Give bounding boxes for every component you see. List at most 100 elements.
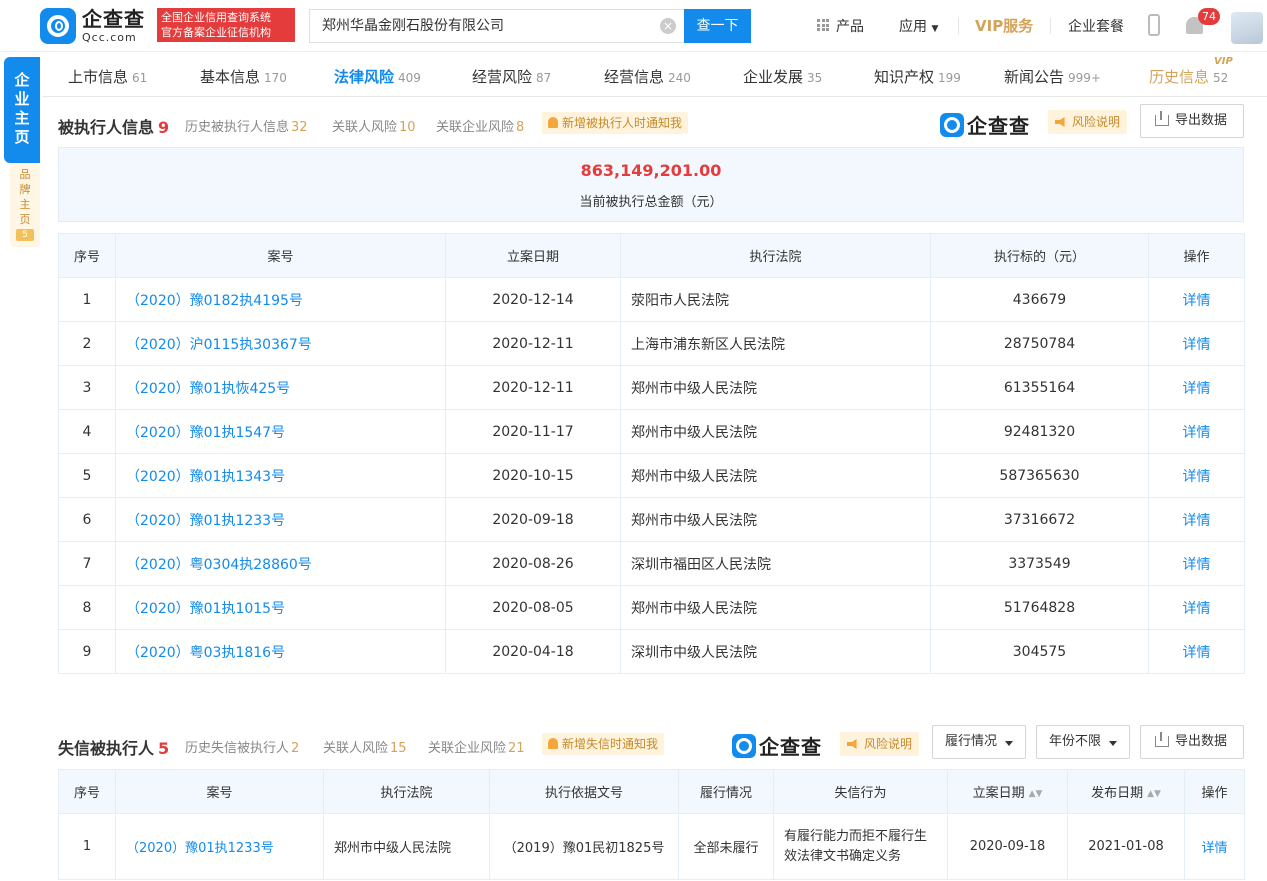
col-case: 案号: [115, 233, 446, 278]
nav-package[interactable]: 企业套餐: [1068, 16, 1124, 36]
case-link[interactable]: （2020）豫01执1233号: [115, 497, 446, 542]
col-filed-date[interactable]: 立案日期 ▲▼: [947, 769, 1068, 814]
tab-history[interactable]: 历史信息 52: [1149, 66, 1228, 87]
cell-court: 郑州市中级人民法院: [620, 585, 931, 630]
category-tabs: 上市信息 61 基本信息 170 法律风险 409 经营风险 87 经营信息 240 企业…: [42, 52, 1267, 97]
tab-news[interactable]: 新闻公告 999+: [1004, 66, 1101, 87]
cell-date: 2020-08-05: [445, 585, 621, 630]
table-header: 序号 案号 执行法院 执行依据文号 履行情况 失信行为 立案日期 ▲▼ 发布日期 ▲…: [58, 769, 1245, 814]
detail-link[interactable]: 详情: [1148, 629, 1245, 674]
status-filter-dropdown[interactable]: 履行情况: [932, 725, 1026, 759]
dishonest-table: 序号 案号 执行法院 执行依据文号 履行情况 失信行为 立案日期 ▲▼ 发布日期 ▲…: [58, 769, 1245, 880]
qcc-logo[interactable]: 企查查 Qcc.com: [40, 7, 152, 45]
side-tab-company[interactable]: 企业主页: [4, 57, 40, 163]
cell-court: 郑州市中级人民法院: [620, 365, 931, 410]
risk-note-button[interactable]: 风险说明: [840, 732, 920, 756]
grid-icon: [817, 19, 829, 31]
phone-icon[interactable]: [1148, 14, 1160, 36]
cell-date: 2020-08-26: [445, 541, 621, 586]
case-link[interactable]: （2020）粤0304执28860号: [115, 541, 446, 586]
cert-line-1: 全国企业信用查询系统: [161, 11, 271, 24]
link-related-company-risk[interactable]: 关联企业风险 8: [436, 116, 524, 135]
col-op: 操作: [1148, 233, 1245, 278]
detail-link[interactable]: 详情: [1148, 453, 1245, 498]
sort-icon[interactable]: ▲▼: [1029, 789, 1043, 799]
logo-cn: 企查查: [82, 7, 145, 31]
risk-note-button[interactable]: 风险说明: [1048, 110, 1128, 134]
tab-operation-risk[interactable]: 经营风险 87: [472, 66, 551, 87]
cell-amount: 28750784: [930, 321, 1149, 366]
notify-new-dishonest-button[interactable]: 新增失信时通知我: [542, 733, 665, 755]
total-amount-label: 当前被执行总金额（元）: [579, 195, 723, 210]
cell-date: 2020-12-11: [445, 365, 621, 410]
year-filter-dropdown[interactable]: 年份不限: [1036, 725, 1130, 759]
detail-link[interactable]: 详情: [1148, 321, 1245, 366]
detail-link[interactable]: 详情: [1148, 497, 1245, 542]
tab-listing[interactable]: 上市信息 61: [68, 66, 147, 87]
case-link[interactable]: （2020）豫01执恢425号: [115, 365, 446, 410]
clear-icon[interactable]: ×: [660, 18, 676, 34]
total-amount: 863,149,201.00: [580, 161, 722, 180]
tab-development[interactable]: 企业发展 35: [743, 66, 822, 87]
detail-link[interactable]: 详情: [1148, 365, 1245, 410]
detail-link[interactable]: 详情: [1148, 541, 1245, 586]
case-link[interactable]: （2020）豫01执1547号: [115, 409, 446, 454]
qcc-logo-icon: [940, 112, 964, 137]
export-button[interactable]: 导出数据: [1140, 725, 1244, 759]
detail-link[interactable]: 详情: [1148, 409, 1245, 454]
col-published-date[interactable]: 发布日期 ▲▼: [1067, 769, 1185, 814]
cell-no: 4: [58, 409, 116, 454]
col-status: 履行情况: [678, 769, 774, 814]
detail-link[interactable]: 详情: [1184, 813, 1245, 880]
nav-apps-label: 应用: [899, 19, 927, 35]
cell-amount: 61355164: [930, 365, 1149, 410]
cell-court: 郑州市中级人民法院: [323, 813, 490, 880]
cell-date: 2020-09-18: [445, 497, 621, 542]
col-no: 序号: [58, 769, 116, 814]
search-button[interactable]: 查一下: [684, 9, 751, 43]
avatar[interactable]: [1231, 12, 1263, 44]
logo-en: Qcc.com: [82, 31, 137, 44]
divider: [958, 18, 959, 34]
cell-basis: （2019）豫01民初1825号: [489, 813, 679, 880]
table-row: 8 （2020）豫01执1015号 2020-08-05 郑州市中级人民法院 51764…: [58, 585, 1245, 630]
case-link[interactable]: （2020）豫01执1015号: [115, 585, 446, 630]
cert-line-2: 官方备案企业征信机构: [161, 26, 271, 39]
case-link[interactable]: （2020）豫01执1233号: [115, 813, 324, 880]
tab-basic-info[interactable]: 基本信息 170: [200, 66, 287, 87]
export-button[interactable]: 导出数据: [1140, 104, 1244, 138]
case-link[interactable]: （2020）豫01执1343号: [115, 453, 446, 498]
case-link[interactable]: （2020）豫0182执4195号: [115, 277, 446, 322]
link-related-person-risk[interactable]: 关联人风险 10: [332, 116, 416, 135]
notify-new-executed-button[interactable]: 新增被执行人时通知我: [542, 112, 689, 134]
side-tab-brand[interactable]: 品牌主页 5: [10, 163, 40, 247]
search-input[interactable]: 郑州华晶金刚石股份有限公司 ×: [309, 9, 684, 43]
case-link[interactable]: （2020）粤03执1816号: [115, 629, 446, 674]
qcc-logo-icon: [732, 733, 756, 758]
nav-vip[interactable]: VIP服务: [975, 15, 1033, 36]
detail-link[interactable]: 详情: [1148, 585, 1245, 630]
link-history-executed[interactable]: 历史被执行人信息 32: [185, 116, 308, 135]
cell-court: 上海市浦东新区人民法院: [620, 321, 931, 366]
nav-apps[interactable]: 应用 ▼: [899, 16, 938, 36]
tab-legal-risk[interactable]: 法律风险 409: [334, 66, 421, 87]
nav-product[interactable]: 产品: [836, 16, 864, 36]
cell-amount: 92481320: [930, 409, 1149, 454]
cell-filed-date: 2020-09-18: [947, 813, 1068, 880]
tab-operation-info[interactable]: 经营信息 240: [604, 66, 691, 87]
sort-icon[interactable]: ▲▼: [1147, 789, 1161, 799]
case-link[interactable]: （2020）沪0115执30367号: [115, 321, 446, 366]
table-header: 序号 案号 立案日期 执行法院 执行标的（元） 操作: [58, 233, 1245, 278]
vip-tag: VIP: [1214, 56, 1233, 67]
table-row: 2 （2020）沪0115执30367号 2020-12-11 上海市浦东新区人民法院…: [58, 321, 1245, 366]
link-history-dishonest[interactable]: 历史失信被执行人 2: [185, 737, 299, 756]
detail-link[interactable]: 详情: [1148, 277, 1245, 322]
qcc-brand-text: 企查查: [759, 735, 822, 759]
cell-amount: 51764828: [930, 585, 1149, 630]
link-related-person-risk[interactable]: 关联人风险 15: [323, 737, 407, 756]
link-related-company-risk[interactable]: 关联企业风险 21: [428, 737, 525, 756]
section-title-dishonest: 失信被执行人 5: [58, 739, 170, 758]
cell-court: 深圳市福田区人民法院: [620, 541, 931, 586]
tab-ip[interactable]: 知识产权 199: [874, 66, 961, 87]
divider: [1050, 18, 1051, 34]
